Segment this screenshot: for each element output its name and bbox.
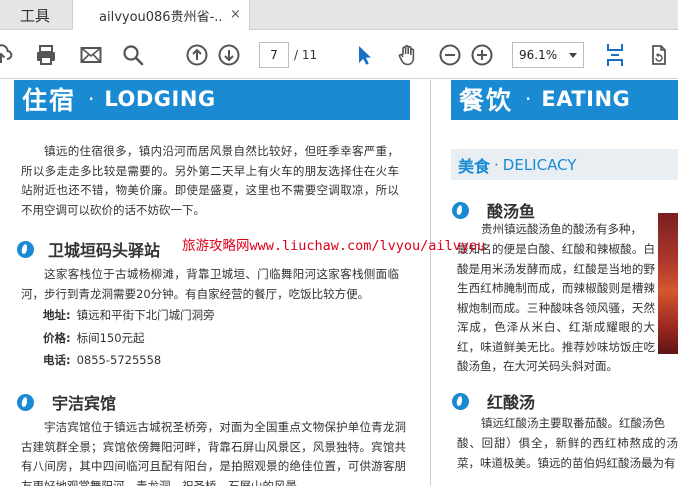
page-number-input[interactable]: 7 (259, 42, 289, 68)
toolbar: 7 / 11 96.1% (0, 31, 678, 79)
watermark-text: 旅游攻略网www.liuchaw.com/lvyou/ailvyou (182, 238, 486, 254)
price-label: 价格: (43, 331, 71, 345)
fit-page-icon[interactable] (602, 42, 628, 68)
chevron-down-icon (569, 53, 577, 58)
dish1-desc-first-line: 贵州镇远酸汤鱼的酸汤有多种， (481, 222, 642, 236)
eating-title-en: EATING (541, 86, 631, 111)
address-label: 地址: (43, 308, 71, 322)
address-value: 镇远和平街下北门城门洞旁 (76, 308, 215, 322)
price-value: 标间150元起 (76, 331, 145, 345)
hotel1-address: 地址: 镇远和平街下北门城门洞旁 (43, 307, 215, 323)
dish2-name: 红酸汤 (487, 393, 536, 412)
lodging-title-cn: 住宿 (22, 85, 77, 115)
hotel1-description: 这家客栈位于古城杨柳滩，背靠卫城垣、门临舞阳河这家客栈侧面临河，步行到青龙洞需要… (21, 267, 399, 301)
email-icon[interactable] (78, 42, 104, 68)
page-divider (430, 80, 431, 486)
dish2-desc-first-line: 镇远红酸汤主要取番茄酸。红酸汤色 (481, 416, 665, 430)
zoom-in-icon[interactable] (469, 42, 495, 68)
next-page-icon[interactable] (216, 42, 242, 68)
zoom-select[interactable]: 96.1% (512, 42, 584, 68)
hotel1-name: 卫城垣码头驿站 (48, 241, 161, 260)
hand-tool-icon[interactable] (394, 42, 420, 68)
document-view[interactable]: 住宿 · LODGING 镇远的住宿很多，镇内沿河而居风景自然比较好，但旺季幸客… (0, 80, 678, 486)
leaf-icon (452, 392, 469, 410)
tab-bar: 工具 ailvyou086贵州省-... × (0, 0, 678, 30)
hotel2-description: 宇洁宾馆位于镇远古城祝圣桥旁，对面为全国重点文物保护单位青龙洞古建筑群全景；宾馆… (21, 420, 406, 486)
search-icon[interactable] (120, 42, 146, 68)
phone-value: 0855-5725558 (76, 353, 162, 367)
tab-document-title: ailvyou086贵州省-... (99, 9, 224, 25)
leaf-icon (17, 393, 34, 411)
dish1-description: 最知名的便是白酸、红酸和辣椒酸。白酸是用米汤发酵而成，红酸是当地的野生西红柿腌制… (457, 242, 655, 373)
hotel1-price: 价格: 标间150元起 (43, 330, 145, 346)
dish2-heading: 红酸汤 (452, 389, 535, 413)
upload-icon[interactable] (0, 42, 14, 68)
delicacy-title-cn: 美食 (458, 156, 491, 176)
previous-page-icon[interactable] (184, 42, 210, 68)
banner-separator: · (525, 86, 532, 111)
rotate-page-icon[interactable] (646, 42, 672, 68)
lodging-banner: 住宿 · LODGING (14, 80, 410, 120)
eating-title-cn: 餐饮 (459, 85, 514, 115)
leaf-icon (17, 240, 34, 258)
hotel2-heading: 宇洁宾馆 (17, 390, 116, 414)
delicacy-separator: · (494, 155, 499, 174)
hotel1-phone: 电话: 0855-5725558 (43, 352, 161, 368)
zoom-value: 96.1% (519, 48, 558, 62)
dish1-name: 酸汤鱼 (487, 202, 536, 221)
close-tab-icon[interactable]: × (230, 8, 241, 21)
eating-banner: 餐饮 · EATING (451, 80, 678, 120)
print-icon[interactable] (33, 42, 59, 68)
sour-fish-soup-photo (658, 213, 678, 354)
hotel2-name: 宇洁宾馆 (52, 394, 117, 413)
tab-tools[interactable]: 工具 (0, 0, 70, 30)
banner-separator: · (88, 86, 95, 111)
dish1-heading: 酸汤鱼 (452, 198, 535, 222)
delicacy-title-en: DELICACY (502, 155, 577, 174)
select-tool-icon[interactable] (351, 42, 377, 68)
phone-label: 电话: (43, 353, 71, 367)
zoom-out-icon[interactable] (437, 42, 463, 68)
delicacy-subbanner: 美食 · DELICACY (451, 149, 678, 180)
tab-document[interactable]: ailvyou086贵州省-... (72, 0, 250, 30)
dish2-description: 酸、回甜）俱全，新鲜的西红柿熬成的汤菜，味道极美。镇远的苗伯妈红酸汤最为有 (457, 436, 678, 470)
lodging-intro: 镇远的住宿很多，镇内沿河而居风景自然比较好，但旺季幸客严重，所以多走走多比较是需… (21, 144, 399, 217)
lodging-title-en: LODGING (104, 86, 216, 111)
hotel1-heading: 卫城垣码头驿站 (17, 237, 160, 261)
page-total: / 11 (294, 48, 318, 62)
leaf-icon (452, 201, 469, 219)
